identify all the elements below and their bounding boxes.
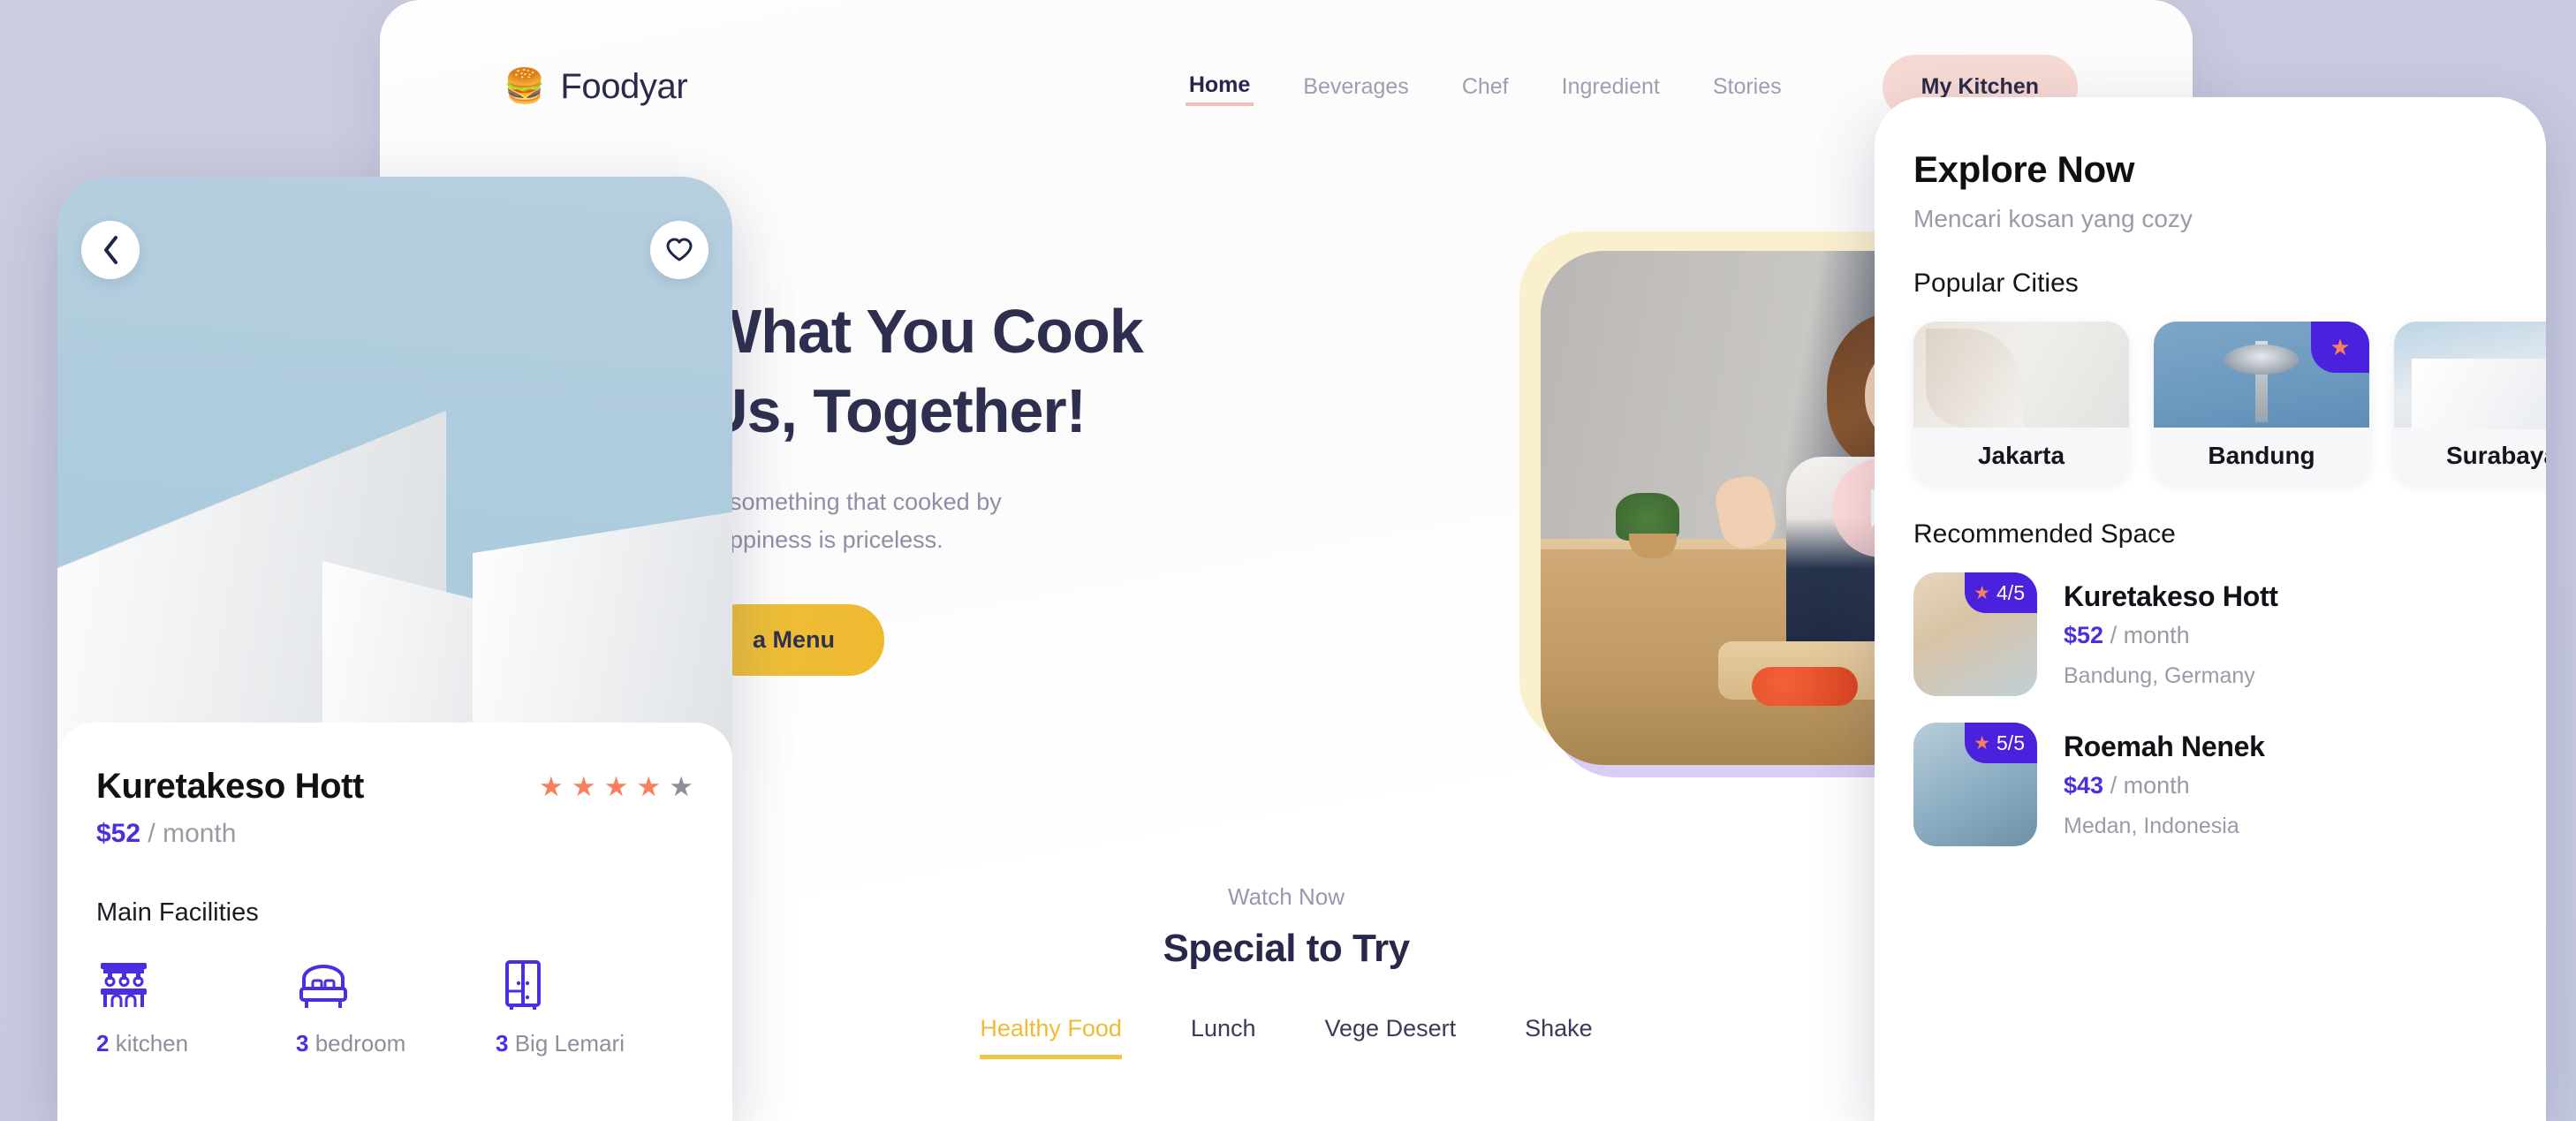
recommended-space-title: Recommended Space (1913, 519, 2176, 549)
recommended-price-period-2: / month (2110, 771, 2190, 799)
facilities-title: Main Facilities (96, 898, 259, 927)
popular-cities-row: Jakarta ★ Bandung Surabaya (1913, 322, 2546, 484)
listing-photo (57, 177, 732, 760)
facility-wardrobe-label: 3 Big Lemari (496, 1030, 625, 1057)
explore-title: Explore Now (1913, 148, 2134, 190)
popular-cities-title: Popular Cities (1913, 269, 2079, 298)
city-card-bandung[interactable]: ★ Bandung (2154, 322, 2369, 484)
rating-badge-value-2: 5/5 (1996, 731, 2025, 754)
recommended-price-amount-2: $43 (2064, 771, 2104, 799)
phone-mockup-listing-detail: Kuretakeso Hott ★ ★ ★ ★ ★ $52 / month Ma… (57, 177, 732, 1121)
tab-vege-desert[interactable]: Vege Desert (1325, 1015, 1457, 1059)
rating-badge-value-1: 4/5 (1996, 580, 2025, 604)
tab-lunch[interactable]: Lunch (1191, 1015, 1256, 1059)
star-icon-1: ★ (539, 771, 564, 802)
city-card-jakarta[interactable]: Jakarta (1913, 322, 2129, 484)
phone-mockup-explore: Explore Now Mencari kosan yang cozy Popu… (1875, 97, 2546, 1121)
facilities-list: 2 kitchen 3 bedroom 3 Big Lemari (96, 958, 693, 1057)
brand-logo[interactable]: 🍔 Foodyar (504, 66, 688, 107)
recommended-space-list: ★ 4/5 Kuretakeso Hott $52 / month Bandun… (1913, 572, 2511, 846)
city-photo-bandung: ★ (2154, 322, 2369, 428)
listing-title: Kuretakeso Hott (96, 767, 364, 806)
recommended-info-2: Roemah Nenek $43 / month Medan, Indonesi… (2064, 731, 2265, 839)
recommended-thumbnail-2: ★ 5/5 (1913, 723, 2037, 846)
recommended-name-1: Kuretakeso Hott (2064, 579, 2278, 612)
hamburger-icon: 🍔 (504, 68, 546, 105)
hero-title: What You Cook Us, Together! (703, 292, 1392, 451)
hero-text-block: What You Cook Us, Together! at something… (703, 292, 1392, 677)
facility-kitchen-count: 2 (96, 1030, 110, 1057)
city-photo-shape (1926, 329, 2023, 428)
star-icon: ★ (2311, 322, 2369, 373)
brand-name: Foodyar (560, 66, 688, 106)
star-icon-5: ★ (669, 771, 693, 802)
city-name-bandung: Bandung (2208, 442, 2315, 469)
hero-subtitle-line-2: happiness is priceless. (703, 526, 943, 554)
hero-title-line-2: Us, Together! (703, 371, 1392, 451)
facility-kitchen-name: kitchen (115, 1030, 189, 1057)
chevron-left-icon[interactable] (81, 221, 140, 279)
hero-title-highlight: Together! (813, 371, 1089, 451)
recommended-info-1: Kuretakeso Hott $52 / month Bandung, Ger… (2064, 580, 2278, 689)
facility-wardrobe-name: Big Lemari (514, 1030, 625, 1057)
city-photo-surabaya (2394, 322, 2546, 429)
recommended-price-1: $52 / month (2064, 622, 2278, 649)
hero-subtitle: at something that cooked by happiness is… (703, 483, 1392, 560)
hero-subtitle-line-1: at something that cooked by (703, 488, 1002, 515)
tab-healthy-food[interactable]: Healthy Food (980, 1015, 1122, 1059)
facility-wardrobe-count: 3 (496, 1030, 509, 1057)
facility-kitchen: 2 kitchen (96, 958, 220, 1057)
listing-price: $52 / month (96, 819, 693, 849)
nav-item-beverages[interactable]: Beverages (1299, 69, 1413, 105)
recommended-price-amount-1: $52 (2064, 621, 2104, 648)
recommended-name-2: Roemah Nenek (2064, 730, 2265, 762)
city-card-surabaya[interactable]: Surabaya (2394, 322, 2546, 484)
recommended-location-1: Bandung, Germany (2064, 663, 2255, 688)
listing-price-period: / month (148, 819, 237, 848)
rating-badge-1: ★ 4/5 (1965, 572, 2037, 613)
list-item[interactable]: ★ 4/5 Kuretakeso Hott $52 / month Bandun… (1913, 572, 2511, 696)
city-photo-tower (2255, 341, 2268, 422)
star-icon-3: ★ (603, 771, 629, 802)
listing-rating-stars: ★ ★ ★ ★ ★ (539, 773, 693, 800)
hero-title-line-1: What You Cook (703, 297, 1144, 366)
facility-wardrobe: 3 Big Lemari (496, 958, 625, 1057)
star-icon: ★ (1974, 582, 1991, 603)
recommended-thumbnail-1: ★ 4/5 (1913, 572, 2037, 696)
recommended-price-period-1: / month (2110, 621, 2190, 648)
facility-bedroom-name: bedroom (314, 1030, 406, 1057)
listing-detail-sheet: Kuretakeso Hott ★ ★ ★ ★ ★ $52 / month Ma… (57, 723, 732, 1121)
nav-item-stories[interactable]: Stories (1709, 69, 1785, 105)
rating-badge-2: ★ 5/5 (1965, 723, 2037, 763)
facility-bedroom: 3 bedroom (296, 958, 420, 1057)
city-name-jakarta: Jakarta (1977, 442, 2065, 469)
wardrobe-icon (505, 960, 541, 1010)
city-photo-building (2412, 359, 2546, 429)
nav-item-ingredient[interactable]: Ingredient (1558, 69, 1663, 105)
bed-icon (299, 965, 347, 1008)
nav-item-home[interactable]: Home (1185, 67, 1254, 106)
explore-subtitle: Mencari kosan yang cozy (1913, 205, 2193, 232)
facility-kitchen-label: 2 kitchen (96, 1030, 220, 1057)
list-item[interactable]: ★ 5/5 Roemah Nenek $43 / month Medan, In… (1913, 723, 2511, 846)
recommended-price-2: $43 / month (2064, 772, 2265, 799)
listing-header: Kuretakeso Hott ★ ★ ★ ★ ★ (96, 767, 693, 807)
recommended-location-2: Medan, Indonesia (2064, 813, 2239, 838)
star-icon: ★ (1974, 732, 1991, 754)
video-scene-tomatoes (1752, 667, 1859, 707)
tab-shake[interactable]: Shake (1525, 1015, 1593, 1059)
star-icon-4: ★ (636, 771, 662, 802)
city-name-surabaya: Surabaya (2445, 442, 2546, 469)
facility-bedroom-label: 3 bedroom (296, 1030, 420, 1057)
facility-bedroom-count: 3 (296, 1030, 309, 1057)
city-photo-jakarta (1913, 322, 2129, 428)
nav-item-chef[interactable]: Chef (1458, 69, 1512, 105)
listing-price-amount: $52 (96, 819, 141, 848)
star-icon-2: ★ (571, 771, 596, 802)
kitchen-icon (101, 963, 147, 1007)
heart-icon[interactable] (650, 221, 708, 279)
